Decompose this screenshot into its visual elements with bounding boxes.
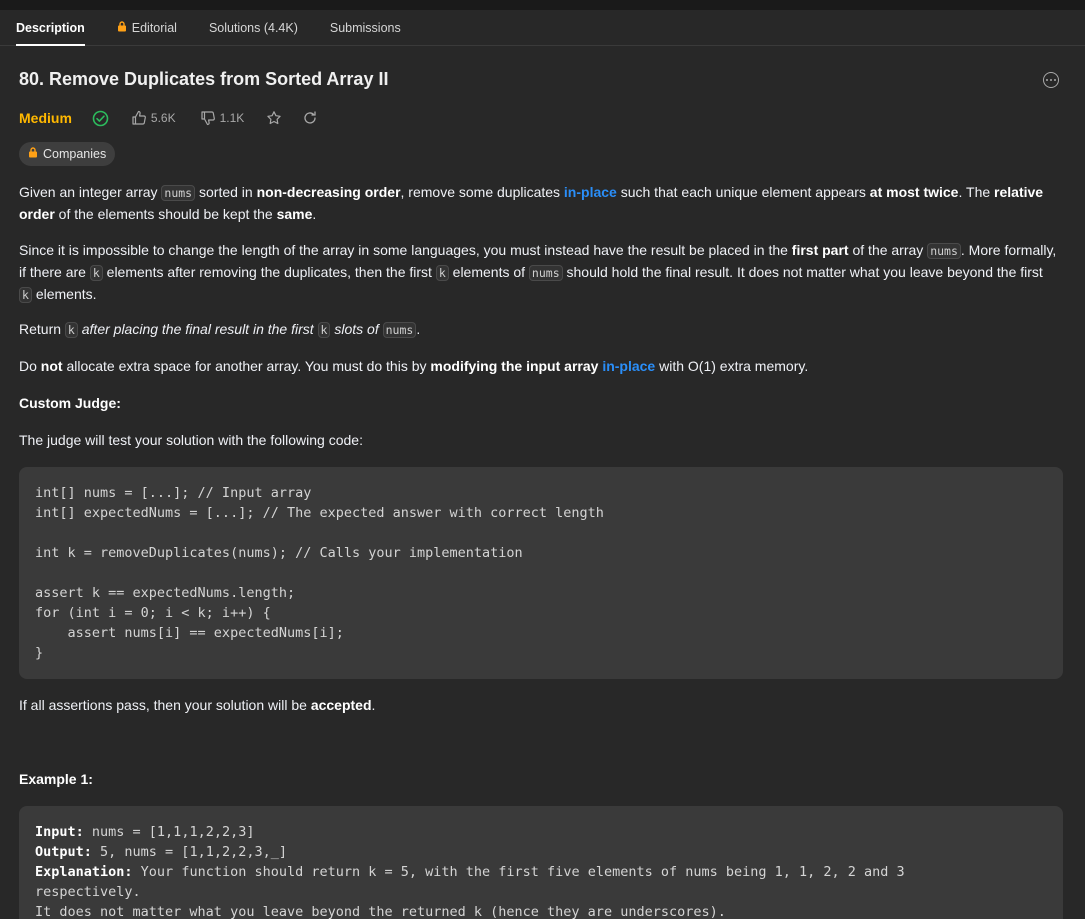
description-paragraph-5: If all assertions pass, then your soluti…: [19, 697, 376, 713]
solved-check-icon: [92, 110, 109, 127]
custom-judge-heading: Custom Judge:: [19, 395, 121, 411]
example-input: Input: nums = [1,1,1,2,2,3]: [35, 824, 255, 840]
code-nums: nums: [927, 243, 961, 259]
tab-submissions-label: Submissions: [329, 20, 401, 35]
example-1-block: Input: nums = [1,1,1,2,2,3] Output: 5, n…: [19, 806, 1063, 919]
companies-label: Companies: [43, 147, 107, 161]
tab-editorial[interactable]: Editorial: [117, 10, 177, 46]
tab-solutions-label: Solutions (4.4K): [208, 20, 298, 35]
problem-meta: Medium 5.6K 1.1K: [19, 108, 318, 128]
code-line: int[] nums = [...]; // Input array: [35, 485, 312, 501]
tab-description-label: Description: [16, 20, 85, 35]
description-paragraph-2: Since it is impossible to change the len…: [19, 242, 1057, 303]
lock-icon: [28, 147, 38, 161]
code-k: k: [89, 265, 103, 281]
tab-solutions[interactable]: Solutions (4.4K): [209, 10, 298, 46]
problem-title: 80. Remove Duplicates from Sorted Array …: [19, 69, 389, 89]
code-k: k: [435, 265, 449, 281]
code-k: k: [64, 322, 78, 338]
description-paragraph-3: Return k after placing the final result …: [19, 321, 421, 338]
tab-description[interactable]: Description: [16, 10, 85, 46]
description-paragraph-1: Given an integer array nums sorted in no…: [19, 184, 1044, 222]
tab-submissions[interactable]: Submissions: [330, 10, 401, 46]
code-k: k: [317, 322, 331, 338]
example-explanation-cont: respectively.: [35, 884, 141, 900]
code-k: k: [19, 287, 32, 303]
dislike-button[interactable]: 1.1K: [200, 110, 245, 126]
code-line: assert nums[i] == expectedNums[i];: [35, 625, 344, 641]
code-line: int k = removeDuplicates(nums); // Calls…: [35, 545, 523, 561]
example-output: Output: 5, nums = [1,1,2,2,3,_]: [35, 844, 287, 860]
share-icon[interactable]: [302, 110, 318, 126]
description-paragraph-4: Do not allocate extra space for another …: [19, 358, 809, 374]
judge-code-block: int[] nums = [...]; // Input array int[]…: [19, 467, 1063, 679]
code-nums: nums: [161, 185, 196, 201]
lock-icon: [117, 20, 127, 35]
code-nums: nums: [528, 265, 563, 281]
star-icon[interactable]: [266, 110, 282, 126]
code-line: int[] expectedNums = [...]; // The expec…: [35, 505, 604, 521]
more-options-icon[interactable]: [1043, 72, 1059, 88]
example-explanation-cont2: It does not matter what you leave beyond…: [35, 904, 726, 919]
like-button[interactable]: 5.6K: [131, 110, 176, 126]
in-place-link[interactable]: in-place: [564, 184, 617, 200]
code-line: }: [35, 645, 44, 661]
window-top-strip: [0, 0, 1085, 10]
code-nums: nums: [382, 322, 417, 338]
example-explanation: Explanation: Your function should return…: [35, 864, 905, 880]
example-1-heading: Example 1:: [19, 771, 93, 787]
dislikes-count: 1.1K: [219, 111, 245, 125]
tab-editorial-label: Editorial: [131, 20, 177, 35]
likes-count: 5.6K: [150, 111, 176, 125]
thumbs-down-icon: [200, 110, 216, 126]
code-line: assert k == expectedNums.length;: [35, 585, 296, 601]
thumbs-up-icon: [131, 110, 147, 126]
judge-intro: The judge will test your solution with t…: [19, 432, 363, 448]
in-place-link[interactable]: in-place: [602, 358, 655, 374]
difficulty-badge: Medium: [19, 110, 72, 126]
companies-tag[interactable]: Companies: [19, 142, 116, 166]
code-line: for (int i = 0; i < k; i++) {: [35, 605, 271, 621]
problem-tabs: Description Editorial Solutions (4.4K) S…: [0, 10, 1085, 46]
